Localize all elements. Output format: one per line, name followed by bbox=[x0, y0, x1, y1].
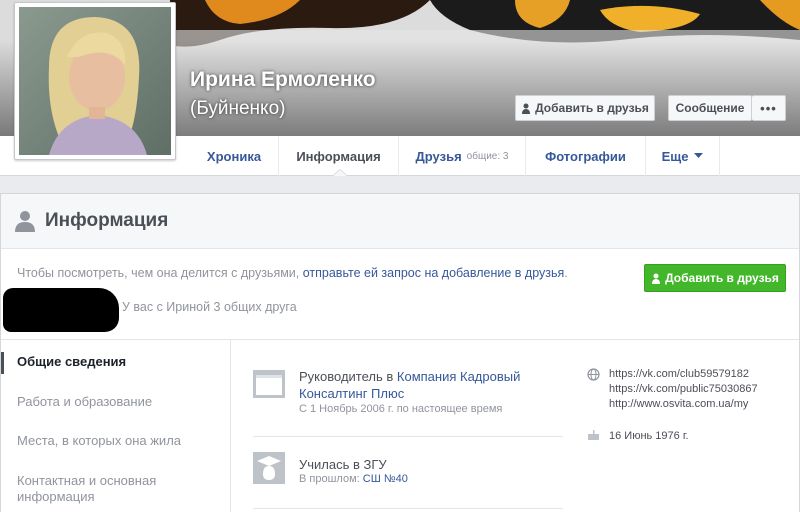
about-panel: Информация Чтобы посмотреть, чем она дел… bbox=[0, 193, 800, 512]
about-panel-header: Информация bbox=[1, 194, 799, 249]
profile-picture[interactable] bbox=[14, 2, 176, 160]
education-previous: В прошлом: СШ №40 bbox=[299, 473, 408, 485]
add-friend-label: Добавить в друзья bbox=[665, 271, 779, 285]
work-position: Руководитель в bbox=[299, 369, 397, 384]
tab-photos[interactable]: Фотографии bbox=[526, 136, 646, 176]
message-button[interactable]: Сообщение bbox=[668, 95, 752, 121]
active-section-marker bbox=[1, 352, 4, 374]
person-icon bbox=[15, 211, 35, 232]
birthday-cake-icon bbox=[588, 430, 599, 440]
briefcase-icon bbox=[253, 370, 285, 398]
chevron-down-icon bbox=[694, 153, 704, 158]
tab-label: Еще bbox=[661, 148, 689, 164]
sidebar-item-overview[interactable]: Общие сведения bbox=[17, 354, 217, 370]
website-link[interactable]: https://vk.com/public75030867 bbox=[609, 383, 758, 395]
mutual-friends-text[interactable]: У вас с Ириной 3 общих друга bbox=[122, 300, 297, 314]
tab-label: Фотографии bbox=[545, 148, 626, 164]
more-options-button[interactable]: ••• bbox=[752, 95, 786, 121]
profile-alt-name: (Буйненко) bbox=[190, 98, 286, 119]
work-dates: С 1 Ноябрь 2006 г. по настоящее время bbox=[299, 403, 503, 415]
globe-icon bbox=[587, 368, 600, 381]
tab-label: Информация bbox=[296, 148, 381, 164]
school-link[interactable]: СШ №40 bbox=[363, 473, 408, 485]
profile-page: Ирина Ермоленко (Буйненко) Добавить в др… bbox=[0, 0, 800, 512]
sidebar-item-work-education[interactable]: Работа и образование bbox=[17, 394, 217, 410]
website-link[interactable]: http://www.osvita.com.ua/my bbox=[609, 398, 748, 410]
notice-text: Чтобы посмотреть, чем она делится с друз… bbox=[17, 266, 303, 280]
previous-label: В прошлом: bbox=[299, 473, 363, 485]
redacted-block bbox=[3, 288, 119, 332]
notice-end: . bbox=[564, 266, 568, 280]
education-entry-title[interactable]: Училась в ЗГУ bbox=[299, 456, 559, 473]
graduation-cap-icon bbox=[253, 452, 285, 484]
add-friend-button[interactable]: Добавить в друзья bbox=[515, 95, 655, 121]
entry-separator bbox=[253, 436, 563, 437]
website-link[interactable]: https://vk.com/club59579182 bbox=[609, 368, 749, 380]
sidebar-item-contact-info[interactable]: Контактная и основная информация bbox=[17, 473, 197, 505]
tab-label: Хроника bbox=[206, 148, 262, 164]
sidebar-item-places[interactable]: Места, в которых она жила bbox=[17, 433, 217, 449]
profile-name[interactable]: Ирина Ермоленко bbox=[190, 68, 376, 92]
work-entry-title: Руководитель в Компания Кадровый Консалт… bbox=[299, 368, 559, 402]
tab-timeline[interactable]: Хроника bbox=[190, 136, 279, 176]
mutual-friends-count: общие: 3 bbox=[466, 150, 509, 162]
tab-label: Друзья bbox=[415, 148, 462, 164]
section-title: Информация bbox=[45, 210, 169, 231]
friend-request-notice: Чтобы посмотреть, чем она делится с друз… bbox=[17, 266, 568, 280]
entry-separator bbox=[253, 508, 563, 509]
about-sidebar: Общие сведения Работа и образование Мест… bbox=[1, 340, 231, 512]
add-friend-label: Добавить в друзья bbox=[535, 101, 649, 115]
tab-friends[interactable]: Друзья общие: 3 bbox=[399, 136, 526, 176]
more-options-icon: ••• bbox=[760, 100, 777, 116]
send-request-link[interactable]: отправьте ей запрос на добавление в друз… bbox=[303, 266, 565, 280]
add-friend-icon bbox=[652, 273, 661, 284]
active-tab-indicator-inner bbox=[333, 170, 347, 176]
birthday-date: 16 Июнь 1976 г. bbox=[609, 430, 689, 442]
add-friend-icon bbox=[522, 103, 531, 114]
message-label: Сообщение bbox=[675, 101, 745, 115]
add-friend-green-button[interactable]: Добавить в друзья bbox=[644, 264, 786, 292]
tab-more[interactable]: Еще bbox=[646, 136, 720, 176]
profile-photo bbox=[19, 7, 171, 155]
